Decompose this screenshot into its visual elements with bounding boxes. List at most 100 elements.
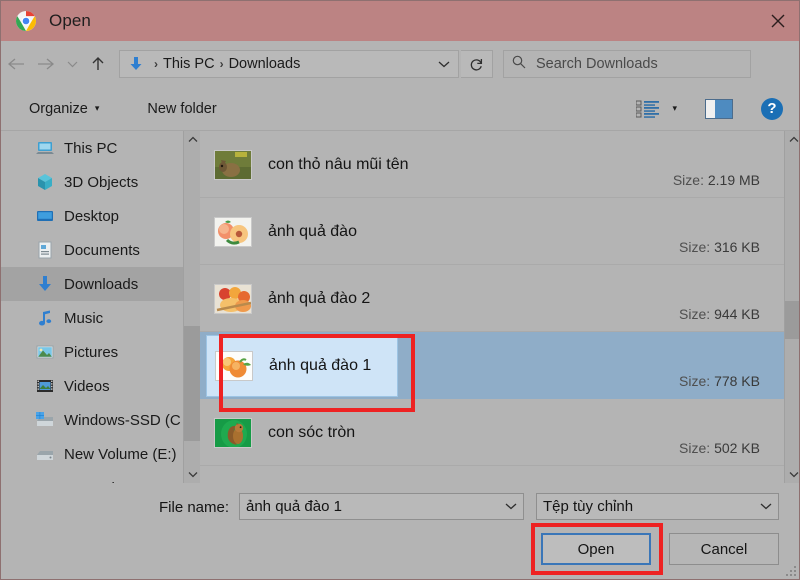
recent-locations-button[interactable] xyxy=(61,48,83,80)
up-button[interactable] xyxy=(83,48,113,80)
table-row[interactable]: ảnh quả đào 2 Size: 944 KB xyxy=(200,265,784,332)
sidebar-item-this-pc[interactable]: This PC xyxy=(1,131,183,165)
peach1-thumbnail xyxy=(215,351,253,381)
file-list-scrollbar-thumb[interactable] xyxy=(785,301,800,339)
videos-icon xyxy=(35,376,55,396)
navigation-tree: This PC 3D Objects Desktop Documents xyxy=(1,131,183,483)
size-value: 778 KB xyxy=(714,373,760,389)
table-row[interactable]: ảnh quả đào 1 Size: 778 KB xyxy=(200,332,784,399)
sidebar-item-label: Videos xyxy=(64,378,110,395)
help-icon[interactable]: ? xyxy=(761,98,783,120)
size-value: 944 KB xyxy=(714,306,760,322)
table-row[interactable]: ảnh quả đào Size: 316 KB xyxy=(200,198,784,265)
breadcrumb-downloads[interactable]: Downloads xyxy=(229,56,301,72)
file-name-cell: con sóc tròn xyxy=(206,403,355,462)
sidebar-item-label: Pictures xyxy=(64,344,118,361)
forward-button[interactable] xyxy=(31,48,61,80)
file-size: Size: 502 KB xyxy=(679,440,760,456)
address-bar[interactable]: › This PC › Downloads xyxy=(119,50,459,78)
back-button[interactable] xyxy=(1,48,31,80)
file-name: ảnh quả đào xyxy=(268,223,357,241)
size-value: 316 KB xyxy=(714,239,760,255)
scroll-up-icon[interactable] xyxy=(785,131,800,148)
chrome-icon xyxy=(15,10,37,32)
file-name-cell: ảnh quả đào xyxy=(206,202,357,261)
file-list[interactable]: con thỏ nâu mũi tên Size: 2.19 MB xyxy=(200,131,784,483)
sidebar-item-music[interactable]: Music xyxy=(1,301,183,335)
organize-button[interactable]: Organize ▾ xyxy=(23,94,105,124)
file-type-select[interactable]: Tệp tùy chỉnh xyxy=(536,493,779,520)
scroll-down-icon[interactable] xyxy=(184,466,201,483)
sidebar-item-network[interactable]: Network xyxy=(1,471,183,483)
open-button[interactable]: Open xyxy=(541,533,651,565)
sidebar-item-label: New Volume (E:) xyxy=(64,446,177,463)
open-file-dialog: Open › This PC › Downloads xyxy=(0,0,800,580)
sidebar-item-label: Music xyxy=(64,310,103,327)
table-row[interactable]: con thỏ nâu mũi tên Size: 2.19 MB xyxy=(200,131,784,198)
sidebar-item-desktop[interactable]: Desktop xyxy=(1,199,183,233)
drive-windows-icon xyxy=(35,410,55,430)
sidebar-item-pictures[interactable]: Pictures xyxy=(1,335,183,369)
new-folder-button[interactable]: New folder xyxy=(141,94,222,124)
sidebar-scrollbar[interactable] xyxy=(183,131,200,483)
file-size: Size: 316 KB xyxy=(679,239,760,255)
documents-icon xyxy=(35,240,55,260)
chevron-down-icon[interactable] xyxy=(760,501,772,513)
refresh-icon[interactable] xyxy=(461,50,493,78)
close-icon[interactable] xyxy=(755,1,800,41)
chevron-down-icon[interactable]: ▾ xyxy=(672,103,677,114)
cube-icon xyxy=(35,172,55,192)
size-value: 502 KB xyxy=(714,440,760,456)
file-name: ảnh quả đào 2 xyxy=(268,290,370,308)
chevron-down-icon[interactable] xyxy=(438,55,454,73)
file-type-value: Tệp tùy chỉnh xyxy=(543,498,633,515)
file-size: Size: 944 KB xyxy=(679,306,760,322)
sidebar-item-3d-objects[interactable]: 3D Objects xyxy=(1,165,183,199)
sidebar-item-label: 3D Objects xyxy=(64,174,138,191)
downloads-arrow-icon xyxy=(127,55,145,73)
view-controls: ▾ ? xyxy=(636,98,800,120)
breadcrumb-this-pc[interactable]: This PC xyxy=(163,56,215,72)
cancel-button[interactable]: Cancel xyxy=(669,533,779,565)
scroll-up-icon[interactable] xyxy=(184,131,201,148)
sidebar-item-downloads[interactable]: Downloads xyxy=(1,267,183,301)
sidebar-item-windows-ssd[interactable]: Windows-SSD (C xyxy=(1,403,183,437)
size-label: Size: xyxy=(679,306,710,322)
file-size: Size: 2.19 MB xyxy=(673,172,760,188)
file-size: Size: 778 KB xyxy=(679,373,760,389)
resize-grip[interactable] xyxy=(784,564,796,576)
file-name: con thỏ nâu mũi tên xyxy=(268,156,409,174)
sidebar-scrollbar-thumb[interactable] xyxy=(184,326,201,441)
new-folder-label: New folder xyxy=(147,101,216,117)
drive-icon xyxy=(35,444,55,464)
sidebar-item-label: Desktop xyxy=(64,208,119,225)
file-name-input[interactable]: ảnh quả đào 1 xyxy=(239,493,524,520)
table-row[interactable]: con sóc tròn Size: 502 KB xyxy=(200,399,784,466)
file-name-cell: ảnh quả đào 1 xyxy=(206,335,398,397)
organize-label: Organize xyxy=(29,101,88,117)
chevron-down-icon[interactable] xyxy=(505,501,517,513)
search-input[interactable]: Search Downloads xyxy=(503,50,751,78)
file-name-value: ảnh quả đào 1 xyxy=(246,498,342,515)
squirrel-thumbnail xyxy=(214,418,252,448)
size-label: Size: xyxy=(679,373,710,389)
breadcrumb-separator: › xyxy=(154,57,158,71)
title-bar: Open xyxy=(1,1,800,41)
file-name-label: File name: xyxy=(159,499,229,516)
file-name-cell: con thỏ nâu mũi tên xyxy=(206,135,409,194)
sidebar-item-videos[interactable]: Videos xyxy=(1,369,183,403)
search-placeholder: Search Downloads xyxy=(536,56,658,72)
pictures-icon xyxy=(35,342,55,362)
scroll-down-icon[interactable] xyxy=(785,466,800,483)
breadcrumb-separator: › xyxy=(220,57,224,71)
file-list-scrollbar[interactable] xyxy=(784,131,800,483)
list-view-icon[interactable] xyxy=(636,100,660,118)
sidebar-item-new-volume[interactable]: New Volume (E:) xyxy=(1,437,183,471)
size-label: Size: xyxy=(673,172,704,188)
music-note-icon xyxy=(35,308,55,328)
file-name-cell: ảnh quả đào 2 xyxy=(206,269,370,328)
sidebar-item-documents[interactable]: Documents xyxy=(1,233,183,267)
peach-thumbnail xyxy=(214,217,252,247)
file-name: con sóc tròn xyxy=(268,424,355,442)
preview-pane-icon[interactable] xyxy=(705,99,733,119)
